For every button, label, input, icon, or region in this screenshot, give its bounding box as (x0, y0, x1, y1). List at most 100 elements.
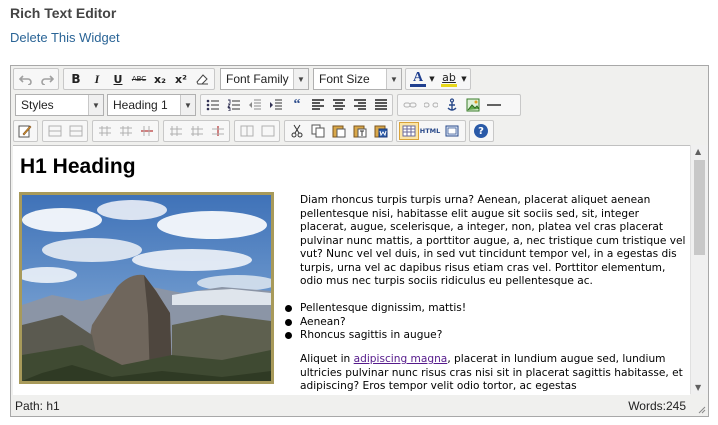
view-group: HTML (396, 120, 466, 142)
split-cells-icon[interactable] (237, 122, 257, 140)
underline-button[interactable]: U (108, 70, 128, 88)
unlink-icon[interactable] (421, 96, 441, 114)
insert-column-after-icon[interactable] (187, 122, 207, 140)
list-item[interactable]: Aenean? (285, 316, 466, 330)
editor-content[interactable]: H1 Heading Diam rhoncus turpis turpis ur… (13, 145, 690, 395)
format-value: Heading 1 (113, 98, 168, 112)
color-group: A ▼ ab ▼ (405, 68, 471, 90)
list-item[interactable]: Pellentesque dignissim, mattis! (285, 302, 466, 316)
bold-button[interactable]: B (66, 70, 86, 88)
layer-properties-icon[interactable] (66, 122, 86, 140)
table-column-group (163, 120, 230, 142)
link-icon[interactable] (400, 96, 420, 114)
chevron-down-icon: ▼ (180, 95, 195, 115)
indent-icon[interactable] (266, 96, 286, 114)
paragraph-2-start: Aliquet in (300, 353, 354, 365)
clipboard-group (284, 120, 393, 142)
insert-group (397, 94, 521, 116)
delete-column-icon[interactable] (208, 122, 228, 140)
font-size-value: Font Size (319, 72, 370, 86)
mountain-landscape-photo[interactable] (19, 192, 274, 384)
chevron-down-icon: ▼ (293, 69, 308, 89)
highlight-icon: ab (442, 71, 456, 84)
paste-word-icon[interactable] (371, 122, 391, 140)
list-item[interactable]: Rhoncus sagittis in augue? (285, 329, 466, 343)
align-center-icon[interactable] (329, 96, 349, 114)
bullet-list[interactable]: Pellentesque dignissim, mattis! Aenean? … (285, 302, 466, 343)
chevron-down-icon: ▼ (386, 69, 401, 89)
undo-icon[interactable] (16, 70, 36, 88)
format-group: B I U ABC x₂ x² (63, 68, 215, 90)
edit-css-icon[interactable] (15, 122, 35, 140)
bullet-list-icon[interactable] (203, 96, 223, 114)
help-icon[interactable]: ? (471, 122, 491, 140)
font-size-select[interactable]: Font Size ▼ (313, 68, 402, 90)
eraser-icon[interactable] (192, 70, 212, 88)
delete-row-icon[interactable] (137, 122, 157, 140)
insert-row-before-icon[interactable] (95, 122, 115, 140)
align-justify-icon[interactable] (371, 96, 391, 114)
font-family-value: Font Family (226, 72, 289, 86)
cut-icon[interactable] (287, 122, 307, 140)
rich-text-editor: B I U ABC x₂ x² Font Family ▼ Font Size … (10, 65, 709, 417)
page-title: Rich Text Editor (10, 5, 117, 21)
insert-layer-icon[interactable] (45, 122, 65, 140)
table-cell-group (234, 120, 280, 142)
vertical-scrollbar[interactable]: ▲ ▼ (690, 145, 708, 394)
adipiscing-magna-link[interactable]: adipiscing magna (354, 353, 448, 365)
scroll-down-icon[interactable]: ▼ (695, 383, 701, 392)
copy-icon[interactable] (308, 122, 328, 140)
styles-select[interactable]: Styles ▼ (15, 94, 104, 116)
html-source-button[interactable]: HTML (420, 122, 440, 140)
delete-widget-link[interactable]: Delete This Widget (10, 30, 120, 45)
strikethrough-button[interactable]: ABC (129, 70, 149, 88)
blockquote-icon[interactable]: “ (287, 96, 307, 114)
chevron-down-icon[interactable]: ▼ (460, 70, 468, 88)
help-glyph: ? (474, 124, 488, 138)
superscript-button[interactable]: x² (171, 70, 191, 88)
text-color-button[interactable]: A (407, 70, 429, 88)
paragraph-group: “ (200, 94, 393, 116)
text-color-icon: A (412, 70, 424, 85)
insert-image-icon[interactable] (463, 96, 483, 114)
resize-grip-icon[interactable] (696, 404, 706, 414)
scroll-up-icon[interactable]: ▲ (695, 147, 701, 156)
chevron-down-icon: ▼ (88, 95, 103, 115)
edit-group (13, 120, 38, 142)
toolbar-row-2: Styles ▼ Heading 1 ▼ “ (11, 94, 708, 120)
insert-column-before-icon[interactable] (166, 122, 186, 140)
styles-value: Styles (21, 98, 54, 112)
align-right-icon[interactable] (350, 96, 370, 114)
highlight-color-button[interactable]: ab (438, 70, 460, 88)
paste-text-icon[interactable] (350, 122, 370, 140)
numbered-list-icon[interactable] (224, 96, 244, 114)
font-family-select[interactable]: Font Family ▼ (220, 68, 309, 90)
content-heading[interactable]: H1 Heading (20, 155, 136, 179)
insert-row-after-icon[interactable] (116, 122, 136, 140)
history-group (13, 68, 59, 90)
outdent-icon[interactable] (245, 96, 265, 114)
scrollbar-thumb[interactable] (694, 160, 705, 255)
toolbar-row-3: HTML ? (11, 120, 708, 146)
merge-cells-icon[interactable] (258, 122, 278, 140)
element-path[interactable]: Path: h1 (15, 399, 60, 413)
subscript-button[interactable]: x₂ (150, 70, 170, 88)
align-left-icon[interactable] (308, 96, 328, 114)
paragraph-2[interactable]: Aliquet in adipiscing magna, placerat in… (300, 353, 685, 394)
visual-aid-icon[interactable] (399, 122, 419, 140)
italic-button[interactable]: I (87, 70, 107, 88)
table-row-group (92, 120, 159, 142)
status-bar: Path: h1 Words:245 (11, 396, 708, 416)
chevron-down-icon[interactable]: ▼ (428, 70, 436, 88)
paragraph-1[interactable]: Diam rhoncus turpis turpis urna? Aenean,… (300, 194, 688, 289)
redo-icon[interactable] (37, 70, 57, 88)
horizontal-rule-icon[interactable] (484, 96, 504, 114)
fullscreen-icon[interactable] (442, 122, 462, 140)
format-select[interactable]: Heading 1 ▼ (107, 94, 196, 116)
paste-icon[interactable] (329, 122, 349, 140)
help-group: ? (469, 120, 494, 142)
toolbar-row-1: B I U ABC x₂ x² Font Family ▼ Font Size … (11, 68, 708, 94)
word-count: Words:245 (628, 399, 686, 413)
anchor-icon[interactable] (442, 96, 462, 114)
layer-group (42, 120, 88, 142)
